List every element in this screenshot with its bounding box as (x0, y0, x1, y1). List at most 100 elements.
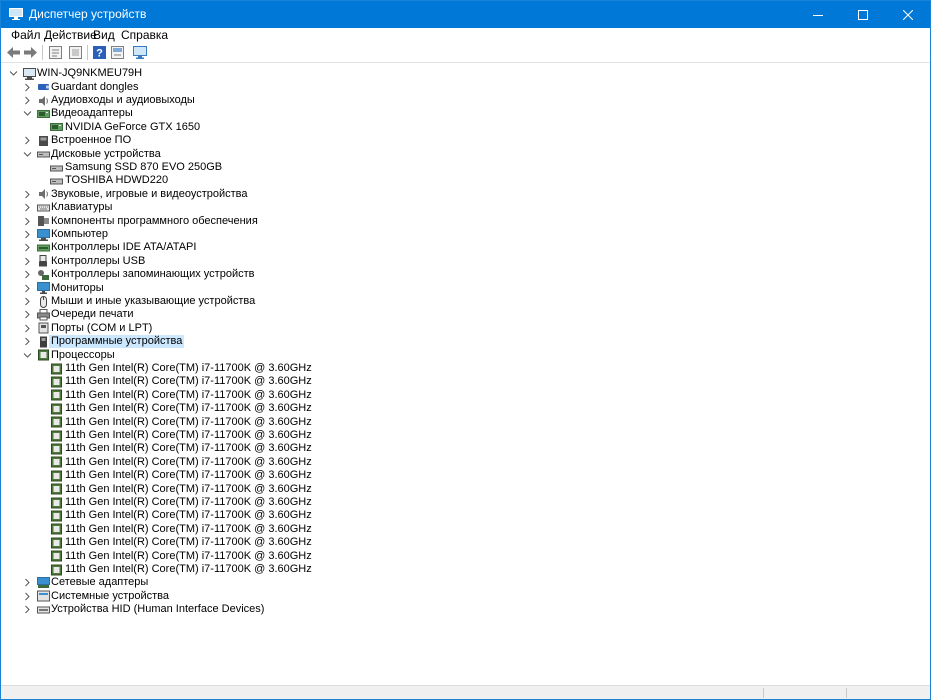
chevron-right-icon[interactable] (23, 81, 32, 94)
menu-action[interactable]: Действие (44, 28, 97, 42)
tree-device[interactable]: 11th Gen Intel(R) Core(TM) i7-11700K @ 3… (37, 563, 537, 576)
disk-drive-icon (36, 148, 50, 161)
forward-button[interactable] (22, 44, 39, 61)
tree-category[interactable]: Видеоадаптеры (23, 107, 523, 120)
tree-category[interactable]: Контроллеры IDE ATA/ATAPI (23, 241, 523, 254)
toolbar: ? (1, 43, 930, 63)
tree-item-label: 11th Gen Intel(R) Core(TM) i7-11700K @ 3… (65, 455, 312, 468)
tree-device[interactable]: 11th Gen Intel(R) Core(TM) i7-11700K @ 3… (37, 442, 537, 455)
chevron-right-icon[interactable] (23, 322, 32, 335)
device-tree[interactable]: WIN-JQ9NKMEU79H Guardant dongles Аудиовхо… (1, 63, 930, 686)
show-hidden-button[interactable] (67, 44, 84, 61)
tree-item-label: Мониторы (51, 281, 104, 294)
ide-controller-icon (36, 241, 50, 254)
tree-category[interactable]: Аудиовходы и аудиовыходы (23, 94, 523, 107)
maximize-button[interactable] (840, 1, 885, 28)
tree-category[interactable]: Мыши и иные указывающие устройства (23, 295, 523, 308)
tree-item-label: Очереди печати (51, 308, 134, 321)
chevron-right-icon[interactable] (23, 94, 32, 107)
help-button[interactable]: ? (91, 44, 108, 61)
chevron-down-icon[interactable] (23, 349, 32, 362)
processor-icon (49, 550, 63, 563)
minimize-button[interactable] (795, 1, 840, 28)
computer-icon (22, 67, 36, 80)
tree-device[interactable]: NVIDIA GeForce GTX 1650 (37, 121, 537, 134)
toolbar-separator (87, 45, 88, 60)
chevron-right-icon[interactable] (23, 201, 32, 214)
close-button[interactable] (885, 1, 930, 28)
tree-category[interactable]: Процессоры (23, 349, 523, 362)
tree-device[interactable]: 11th Gen Intel(R) Core(TM) i7-11700K @ 3… (37, 523, 537, 536)
tree-category[interactable]: Звуковые, игровые и видеоустройства (23, 188, 523, 201)
tree-category[interactable]: Компьютер (23, 228, 523, 241)
tree-category[interactable]: Очереди печати (23, 308, 523, 321)
chevron-down-icon[interactable] (9, 67, 18, 80)
tree-device[interactable]: 11th Gen Intel(R) Core(TM) i7-11700K @ 3… (37, 550, 537, 563)
scan-hardware-button[interactable] (131, 44, 148, 61)
chevron-down-icon[interactable] (23, 107, 32, 120)
tree-category[interactable]: Сетевые адаптеры (23, 576, 523, 589)
menu-file[interactable]: Файл (11, 28, 41, 42)
tree-category[interactable]: Мониторы (23, 282, 523, 295)
back-button[interactable] (5, 44, 22, 61)
tree-device[interactable]: 11th Gen Intel(R) Core(TM) i7-11700K @ 3… (37, 496, 537, 509)
tree-device[interactable]: 11th Gen Intel(R) Core(TM) i7-11700K @ 3… (37, 362, 537, 375)
chevron-right-icon[interactable] (23, 255, 32, 268)
tree-category[interactable]: Контроллеры USB (23, 255, 523, 268)
tree-device[interactable]: 11th Gen Intel(R) Core(TM) i7-11700K @ 3… (37, 509, 537, 522)
chevron-right-icon[interactable] (23, 603, 32, 616)
tree-category[interactable]: Устройства HID (Human Interface Devices) (23, 603, 523, 616)
tree-item-label: 11th Gen Intel(R) Core(TM) i7-11700K @ 3… (65, 442, 312, 455)
chevron-right-icon[interactable] (23, 335, 32, 348)
tree-category[interactable]: Компоненты программного обеспечения (23, 215, 523, 228)
tree-item-label: Компоненты программного обеспечения (51, 214, 258, 227)
tree-device[interactable]: 11th Gen Intel(R) Core(TM) i7-11700K @ 3… (37, 536, 537, 549)
network-adapter-icon (36, 576, 50, 589)
tree-device[interactable]: 11th Gen Intel(R) Core(TM) i7-11700K @ 3… (37, 483, 537, 496)
tree-device[interactable]: Samsung SSD 870 EVO 250GB (37, 161, 537, 174)
chevron-right-icon[interactable] (23, 268, 32, 281)
storage-controller-icon (36, 268, 50, 281)
tree-device[interactable]: 11th Gen Intel(R) Core(TM) i7-11700K @ 3… (37, 456, 537, 469)
processor-icon (36, 349, 50, 362)
chevron-right-icon[interactable] (23, 228, 32, 241)
tree-item-label: 11th Gen Intel(R) Core(TM) i7-11700K @ 3… (65, 402, 312, 415)
processor-icon (49, 469, 63, 482)
tree-device[interactable]: 11th Gen Intel(R) Core(TM) i7-11700K @ 3… (37, 375, 537, 388)
chevron-right-icon[interactable] (23, 295, 32, 308)
tree-device[interactable]: TOSHIBA HDWD220 (37, 174, 537, 187)
chevron-right-icon[interactable] (23, 241, 32, 254)
tree-device[interactable]: 11th Gen Intel(R) Core(TM) i7-11700K @ 3… (37, 402, 537, 415)
chevron-right-icon[interactable] (23, 308, 32, 321)
tree-category[interactable]: Встроенное ПО (23, 134, 523, 147)
tree-device[interactable]: 11th Gen Intel(R) Core(TM) i7-11700K @ 3… (37, 469, 537, 482)
tree-category[interactable]: Контроллеры запоминающих устройств (23, 268, 523, 281)
tree-category[interactable]: Клавиатуры (23, 201, 523, 214)
firmware-icon (36, 134, 50, 147)
minimize-icon (812, 14, 823, 16)
chevron-down-icon[interactable] (23, 148, 32, 161)
tree-item-label: Мыши и иные указывающие устройства (51, 295, 256, 307)
chevron-right-icon[interactable] (23, 590, 32, 603)
tree-category[interactable]: Guardant dongles (23, 81, 523, 94)
tree-category[interactable]: Дисковые устройства (23, 148, 523, 161)
tree-device[interactable]: 11th Gen Intel(R) Core(TM) i7-11700K @ 3… (37, 389, 537, 402)
chevron-right-icon[interactable] (23, 215, 32, 228)
update-driver-button[interactable] (109, 44, 126, 61)
tree-item-label: 11th Gen Intel(R) Core(TM) i7-11700K @ 3… (65, 415, 312, 428)
tree-root[interactable]: WIN-JQ9NKMEU79H (9, 67, 309, 80)
tree-device[interactable]: 11th Gen Intel(R) Core(TM) i7-11700K @ 3… (37, 416, 537, 429)
update-driver-icon (111, 46, 124, 59)
tree-category[interactable]: Программные устройства (23, 335, 523, 349)
chevron-right-icon[interactable] (23, 576, 32, 589)
chevron-right-icon[interactable] (23, 282, 32, 295)
tree-category[interactable]: Порты (COM и LPT) (23, 322, 523, 335)
chevron-right-icon[interactable] (23, 134, 32, 147)
title-bar[interactable]: Диспетчер устройств (1, 1, 930, 28)
tree-category[interactable]: Системные устройства (23, 590, 523, 603)
chevron-right-icon[interactable] (23, 188, 32, 201)
tree-device[interactable]: 11th Gen Intel(R) Core(TM) i7-11700K @ 3… (37, 429, 537, 442)
properties-button[interactable] (47, 44, 64, 61)
menu-help[interactable]: Справка (121, 28, 168, 42)
menu-view[interactable]: Вид (93, 28, 115, 42)
